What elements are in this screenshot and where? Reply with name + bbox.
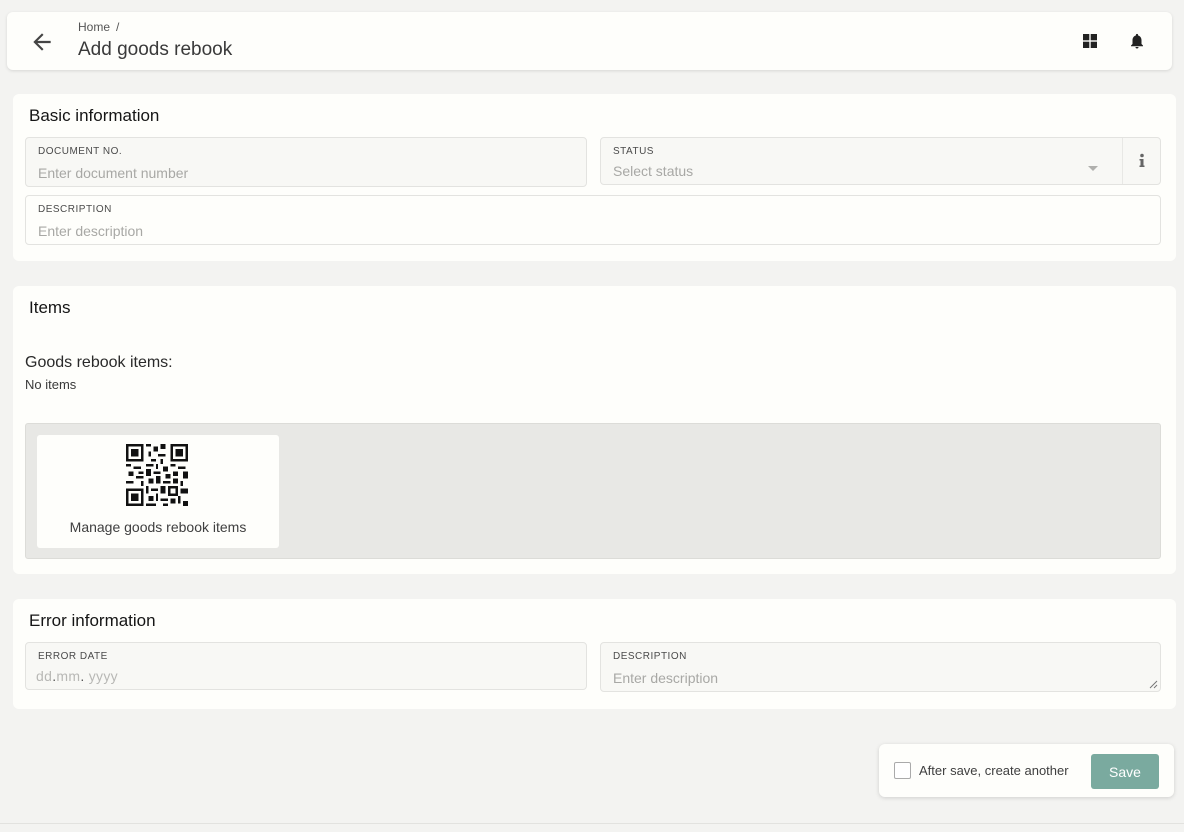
basic-information-title: Basic information (29, 106, 160, 125)
error-information-title: Error information (29, 611, 156, 630)
save-bar: After save, create another Save (879, 744, 1174, 797)
items-card: Items Goods rebook items: No items Manag… (13, 286, 1176, 574)
error-description-field[interactable]: DESCRIPTION Enter description (600, 642, 1161, 692)
create-another-label[interactable]: After save, create another (919, 763, 1069, 778)
items-title: Items (29, 298, 71, 317)
error-description-label: DESCRIPTION (613, 651, 687, 662)
items-area: Manage goods rebook items (25, 423, 1161, 559)
status-placeholder: Select status (613, 163, 694, 179)
info-icon (1139, 153, 1144, 167)
status-info-button[interactable] (1122, 138, 1160, 184)
create-another-checkbox[interactable] (894, 762, 911, 779)
document-number-placeholder: Enter document number (38, 165, 189, 181)
error-information-card: Error information ERROR DATE dd.mm. yyyy… (13, 599, 1176, 709)
breadcrumb-separator: / (116, 20, 120, 34)
breadcrumb-home[interactable]: Home (78, 20, 110, 34)
description-label: DESCRIPTION (38, 204, 112, 215)
error-date-field[interactable]: ERROR DATE dd.mm. yyyy (25, 642, 587, 690)
description-field[interactable]: DESCRIPTION Enter description (25, 195, 1161, 245)
bell-icon (1131, 33, 1143, 49)
items-subtitle: Goods rebook items: (25, 354, 173, 371)
chevron-down-icon (1088, 166, 1098, 171)
arrow-left-icon (33, 33, 51, 51)
description-placeholder: Enter description (38, 223, 144, 239)
status-select[interactable]: STATUS Select status (600, 137, 1161, 185)
page-header: Home / Add goods rebook (7, 12, 1172, 70)
page-title: Add goods rebook (78, 39, 233, 60)
items-empty-text: No items (25, 377, 77, 392)
document-number-label: DOCUMENT NO. (38, 146, 123, 157)
grid-icon (1083, 34, 1097, 48)
bottom-divider (0, 823, 1184, 824)
breadcrumb: Home / (78, 20, 119, 34)
document-number-field[interactable]: DOCUMENT NO. Enter document number (25, 137, 587, 187)
manage-items-label: Manage goods rebook items (69, 519, 247, 535)
status-label: STATUS (613, 146, 654, 157)
back-button[interactable] (29, 29, 55, 55)
save-button[interactable]: Save (1091, 754, 1159, 789)
error-date-label: ERROR DATE (38, 651, 108, 662)
date-year-placeholder: yyyy (88, 668, 118, 684)
apps-button[interactable] (1081, 32, 1099, 50)
qr-code-icon (126, 444, 188, 506)
resize-grip-icon[interactable] (1148, 679, 1158, 689)
date-month-placeholder: mm (56, 668, 81, 684)
error-date-placeholder: dd.mm. yyyy (36, 668, 118, 684)
notifications-button[interactable] (1128, 32, 1146, 50)
error-description-placeholder: Enter description (613, 670, 719, 686)
manage-items-button[interactable]: Manage goods rebook items (37, 435, 279, 548)
basic-information-card: Basic information DOCUMENT NO. Enter doc… (13, 94, 1176, 261)
date-day-placeholder: dd (36, 668, 53, 684)
